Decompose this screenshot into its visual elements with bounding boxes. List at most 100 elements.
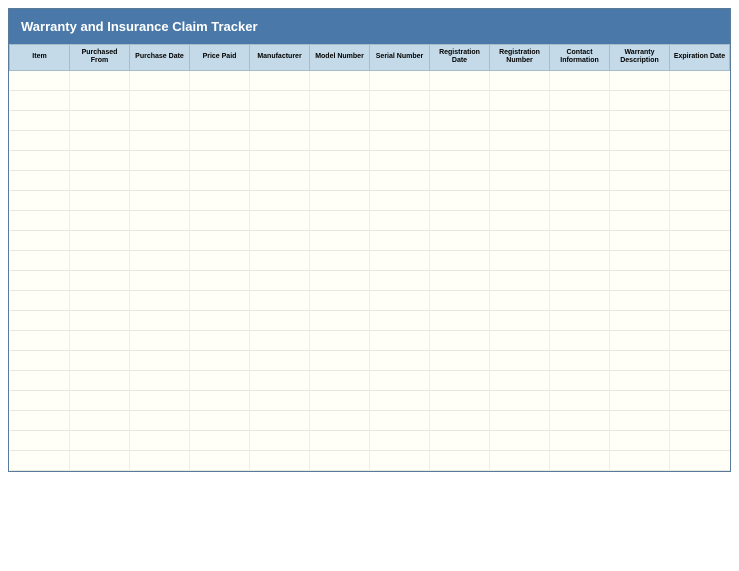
table-cell[interactable] — [370, 370, 430, 390]
table-cell[interactable] — [430, 450, 490, 470]
table-cell[interactable] — [190, 190, 250, 210]
table-cell[interactable] — [130, 130, 190, 150]
table-cell[interactable] — [370, 190, 430, 210]
table-cell[interactable] — [610, 430, 670, 450]
table-cell[interactable] — [550, 290, 610, 310]
table-cell[interactable] — [610, 290, 670, 310]
table-cell[interactable] — [250, 110, 310, 130]
table-cell[interactable] — [430, 130, 490, 150]
table-cell[interactable] — [310, 290, 370, 310]
table-cell[interactable] — [430, 270, 490, 290]
table-cell[interactable] — [130, 110, 190, 130]
table-cell[interactable] — [430, 310, 490, 330]
table-cell[interactable] — [10, 230, 70, 250]
table-cell[interactable] — [130, 450, 190, 470]
table-cell[interactable] — [610, 150, 670, 170]
table-cell[interactable] — [550, 430, 610, 450]
table-cell[interactable] — [310, 130, 370, 150]
table-cell[interactable] — [370, 330, 430, 350]
table-cell[interactable] — [10, 370, 70, 390]
table-cell[interactable] — [70, 170, 130, 190]
table-cell[interactable] — [250, 330, 310, 350]
table-cell[interactable] — [190, 290, 250, 310]
table-cell[interactable] — [310, 310, 370, 330]
table-cell[interactable] — [10, 310, 70, 330]
table-cell[interactable] — [10, 410, 70, 430]
table-cell[interactable] — [130, 210, 190, 230]
table-cell[interactable] — [610, 410, 670, 430]
table-cell[interactable] — [490, 250, 550, 270]
table-cell[interactable] — [490, 270, 550, 290]
table-cell[interactable] — [550, 70, 610, 90]
table-cell[interactable] — [430, 230, 490, 250]
table-cell[interactable] — [10, 270, 70, 290]
table-cell[interactable] — [370, 390, 430, 410]
table-cell[interactable] — [10, 330, 70, 350]
table-cell[interactable] — [250, 170, 310, 190]
table-cell[interactable] — [430, 170, 490, 190]
table-cell[interactable] — [310, 390, 370, 410]
table-cell[interactable] — [10, 190, 70, 210]
table-cell[interactable] — [370, 270, 430, 290]
table-cell[interactable] — [550, 190, 610, 210]
table-cell[interactable] — [490, 90, 550, 110]
table-cell[interactable] — [310, 450, 370, 470]
table-cell[interactable] — [670, 150, 730, 170]
table-cell[interactable] — [130, 270, 190, 290]
table-cell[interactable] — [190, 390, 250, 410]
table-cell[interactable] — [310, 410, 370, 430]
table-cell[interactable] — [670, 230, 730, 250]
table-cell[interactable] — [610, 350, 670, 370]
table-cell[interactable] — [550, 230, 610, 250]
table-cell[interactable] — [670, 190, 730, 210]
table-cell[interactable] — [70, 310, 130, 330]
table-cell[interactable] — [490, 190, 550, 210]
table-cell[interactable] — [10, 350, 70, 370]
table-cell[interactable] — [490, 450, 550, 470]
table-cell[interactable] — [130, 390, 190, 410]
table-cell[interactable] — [130, 430, 190, 450]
table-cell[interactable] — [670, 170, 730, 190]
table-cell[interactable] — [490, 150, 550, 170]
table-cell[interactable] — [70, 350, 130, 370]
table-cell[interactable] — [190, 250, 250, 270]
table-cell[interactable] — [190, 210, 250, 230]
table-cell[interactable] — [250, 410, 310, 430]
table-cell[interactable] — [670, 310, 730, 330]
table-cell[interactable] — [430, 90, 490, 110]
table-cell[interactable] — [190, 270, 250, 290]
table-cell[interactable] — [610, 450, 670, 470]
table-cell[interactable] — [70, 430, 130, 450]
table-cell[interactable] — [70, 370, 130, 390]
table-cell[interactable] — [70, 290, 130, 310]
table-cell[interactable] — [190, 70, 250, 90]
table-cell[interactable] — [490, 290, 550, 310]
table-cell[interactable] — [190, 90, 250, 110]
table-cell[interactable] — [190, 450, 250, 470]
table-cell[interactable] — [310, 150, 370, 170]
table-cell[interactable] — [490, 210, 550, 230]
table-cell[interactable] — [610, 130, 670, 150]
table-cell[interactable] — [370, 150, 430, 170]
table-cell[interactable] — [70, 90, 130, 110]
table-cell[interactable] — [250, 370, 310, 390]
table-cell[interactable] — [490, 350, 550, 370]
table-cell[interactable] — [670, 210, 730, 230]
table-cell[interactable] — [250, 350, 310, 370]
table-cell[interactable] — [670, 270, 730, 290]
table-cell[interactable] — [370, 310, 430, 330]
table-cell[interactable] — [490, 230, 550, 250]
table-cell[interactable] — [550, 170, 610, 190]
table-cell[interactable] — [610, 170, 670, 190]
table-cell[interactable] — [10, 90, 70, 110]
table-cell[interactable] — [250, 130, 310, 150]
table-cell[interactable] — [10, 70, 70, 90]
table-cell[interactable] — [70, 210, 130, 230]
table-cell[interactable] — [310, 90, 370, 110]
table-cell[interactable] — [310, 330, 370, 350]
table-cell[interactable] — [370, 90, 430, 110]
table-cell[interactable] — [430, 430, 490, 450]
table-cell[interactable] — [430, 390, 490, 410]
table-cell[interactable] — [190, 370, 250, 390]
table-cell[interactable] — [130, 330, 190, 350]
